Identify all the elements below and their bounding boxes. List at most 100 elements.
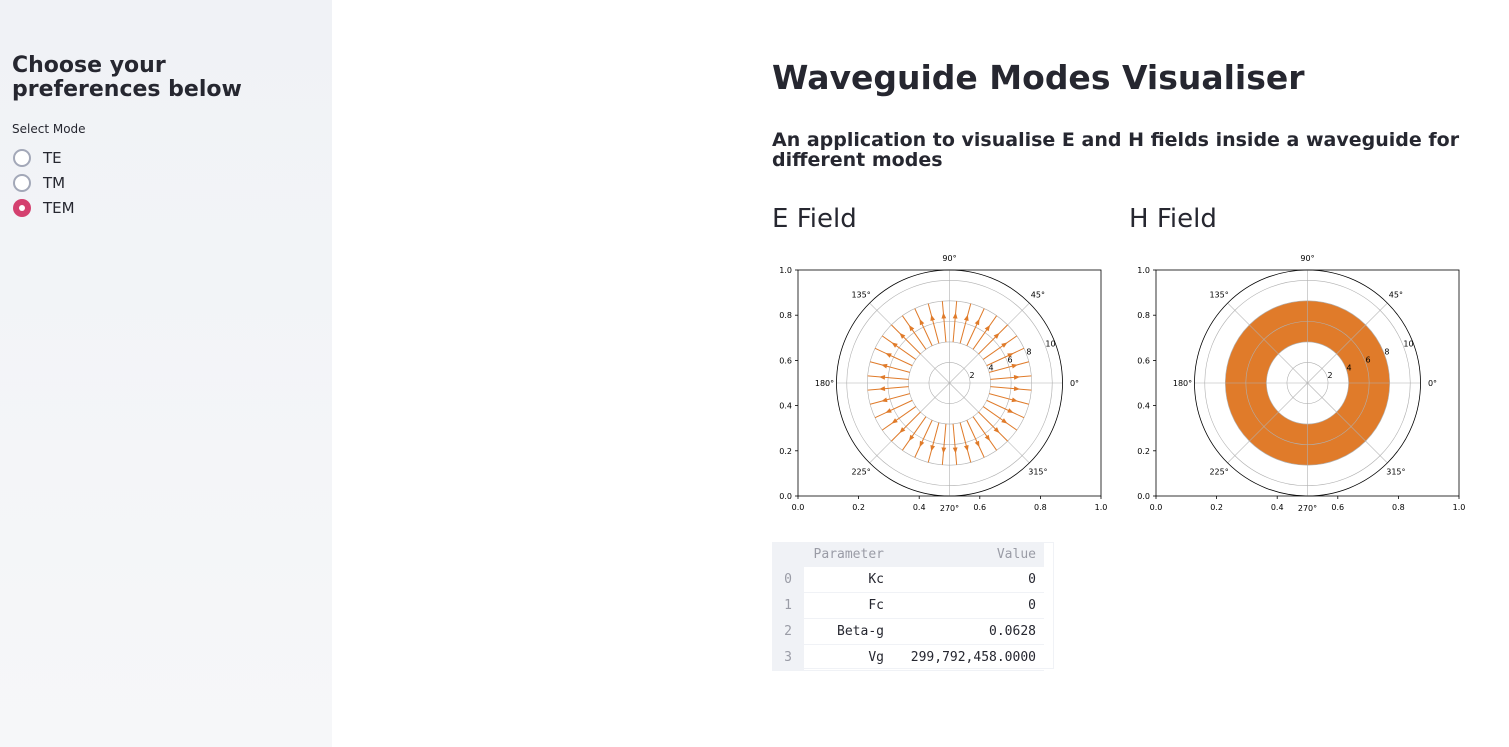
angle-tick-label: 270° <box>940 504 959 513</box>
x-tick-label: 0.0 <box>792 503 805 512</box>
radial-tick-label: 2 <box>1327 371 1332 380</box>
angle-tick-label: 225° <box>851 467 870 476</box>
select-mode-label: Select Mode <box>12 122 86 136</box>
e-field-line <box>982 406 1018 431</box>
radio-option-te[interactable]: TE <box>13 147 62 169</box>
radio-label-te: TE <box>43 149 62 167</box>
radial-tick-label: 8 <box>1384 348 1389 357</box>
e-field-arrowhead <box>919 440 925 448</box>
e-field-line <box>978 324 1008 355</box>
value-cell: 0 <box>892 567 1044 593</box>
angle-tick-label: 180° <box>1173 379 1192 388</box>
parameter-cell: Vg <box>804 644 892 671</box>
x-tick-label: 0.6 <box>1331 503 1344 512</box>
e-field-arrowhead <box>881 363 888 369</box>
e-field-arrowhead <box>1001 418 1008 424</box>
e-field-line <box>914 308 933 346</box>
table-header-index <box>772 542 804 567</box>
e-field-arrowhead <box>963 444 969 452</box>
x-tick-label: 0.6 <box>973 503 986 512</box>
y-tick-label: 0.6 <box>1137 356 1150 365</box>
x-tick-label: 0.4 <box>1271 503 1284 512</box>
y-tick-label: 0.0 <box>779 492 792 501</box>
radio-checked-icon[interactable] <box>13 199 31 217</box>
angle-tick-label: 0° <box>1428 379 1437 388</box>
radial-tick-label: 8 <box>1026 348 1031 357</box>
radio-unchecked-icon[interactable] <box>13 149 31 167</box>
angle-tick-label: 90° <box>942 254 956 263</box>
table-header-row: Parameter Value <box>772 542 1044 567</box>
angle-tick-label: 0° <box>1070 379 1079 388</box>
radio-unchecked-icon[interactable] <box>13 174 31 192</box>
sidebar-heading: Choose your preferences below <box>12 53 242 102</box>
angle-tick-label: 45° <box>1389 291 1403 300</box>
table-row: 0 Kc 0 <box>772 567 1044 593</box>
e-field-arrowhead <box>984 325 991 332</box>
e-field-arrowhead <box>930 444 936 452</box>
radio-option-tm[interactable]: TM <box>13 172 65 194</box>
e-field-line <box>874 399 913 419</box>
e-field-arrowhead <box>881 397 888 403</box>
e-field-arrowhead <box>974 440 980 448</box>
angle-tick-label: 315° <box>1386 467 1405 476</box>
parameter-cell: Kc <box>804 567 892 593</box>
e-field-arrowhead <box>930 314 936 322</box>
angle-tick-label: 135° <box>851 291 870 300</box>
radio-option-tem[interactable]: TEM <box>13 197 75 219</box>
page-title: Waveguide Modes Visualiser <box>772 58 1305 97</box>
e-field-arrowhead <box>891 418 898 424</box>
y-tick-label: 0.8 <box>779 311 792 320</box>
x-tick-label: 1.0 <box>1095 503 1108 512</box>
e-field-line <box>901 416 927 451</box>
table-row: 1 Fc 0 <box>772 592 1044 619</box>
e-field-line <box>901 315 927 350</box>
e-field-line <box>986 399 1025 419</box>
y-tick-label: 0.4 <box>779 402 792 411</box>
x-tick-label: 0.8 <box>1034 503 1047 512</box>
e-field-line <box>972 315 998 350</box>
y-tick-label: 0.4 <box>1137 402 1150 411</box>
y-tick-label: 0.2 <box>779 447 792 456</box>
y-tick-label: 0.0 <box>1137 492 1150 501</box>
e-field-line <box>891 411 921 442</box>
e-field-arrowhead <box>974 318 980 326</box>
x-tick-label: 0.2 <box>852 503 865 512</box>
e-field-arrowhead <box>908 325 915 332</box>
e-field-arrowhead <box>984 434 991 441</box>
e-field-line <box>869 361 910 373</box>
table-row: 3 Vg 299,792,458.0000 <box>772 644 1044 671</box>
y-tick-label: 0.8 <box>1137 311 1150 320</box>
angle-tick-label: 45° <box>1031 291 1045 300</box>
row-index: 3 <box>772 644 804 671</box>
page-subtitle: An application to visualise E and H fiel… <box>772 129 1460 171</box>
e-field-line <box>959 422 972 463</box>
e-field-arrowhead <box>885 408 892 413</box>
e-field-line <box>874 347 913 367</box>
e-field-line <box>959 303 972 344</box>
e-field-line <box>914 420 933 458</box>
radial-tick-label: 6 <box>1007 355 1012 364</box>
e-field-line <box>966 420 985 458</box>
radial-tick-label: 4 <box>988 363 993 372</box>
table-header-value[interactable]: Value <box>892 542 1044 567</box>
parameters-table: Parameter Value 0 Kc 0 1 Fc 0 2 Beta-g 0… <box>772 542 1044 671</box>
e-field-arrowhead <box>919 318 925 326</box>
y-tick-label: 0.6 <box>779 356 792 365</box>
e-field-plot: 0.0 0.2 0.4 0.6 0.8 1.0 0.0 0.2 0.4 0.6 0.8 1.0 2 4 6 8… <box>768 252 1113 524</box>
h-field-title: H Field <box>1129 204 1217 234</box>
e-field-arrowhead <box>1007 408 1014 413</box>
y-tick-label: 0.2 <box>1137 447 1150 456</box>
e-field-title: E Field <box>772 204 857 234</box>
angle-tick-label: 180° <box>815 379 834 388</box>
e-field-line <box>927 422 940 463</box>
table-header-parameter[interactable]: Parameter <box>804 542 892 567</box>
e-field-arrowhead <box>963 314 969 322</box>
e-field-arrowhead <box>908 434 915 441</box>
e-field-polar-chart: 0.0 0.2 0.4 0.6 0.8 1.0 0.0 0.2 0.4 0.6 0.8 1.0 2 4 6 8… <box>779 254 1108 513</box>
table-row: 2 Beta-g 0.0628 <box>772 618 1044 645</box>
e-field-line <box>972 416 998 451</box>
h-field-polar-chart: 0.0 0.2 0.4 0.6 0.8 1.0 0.0 0.2 0.4 0.6 0.8 1.0 2 4 6 8… <box>1137 254 1465 513</box>
radial-tick-label: 2 <box>969 371 974 380</box>
parameter-cell: Beta-g <box>804 618 892 645</box>
radio-label-tm: TM <box>43 174 66 192</box>
